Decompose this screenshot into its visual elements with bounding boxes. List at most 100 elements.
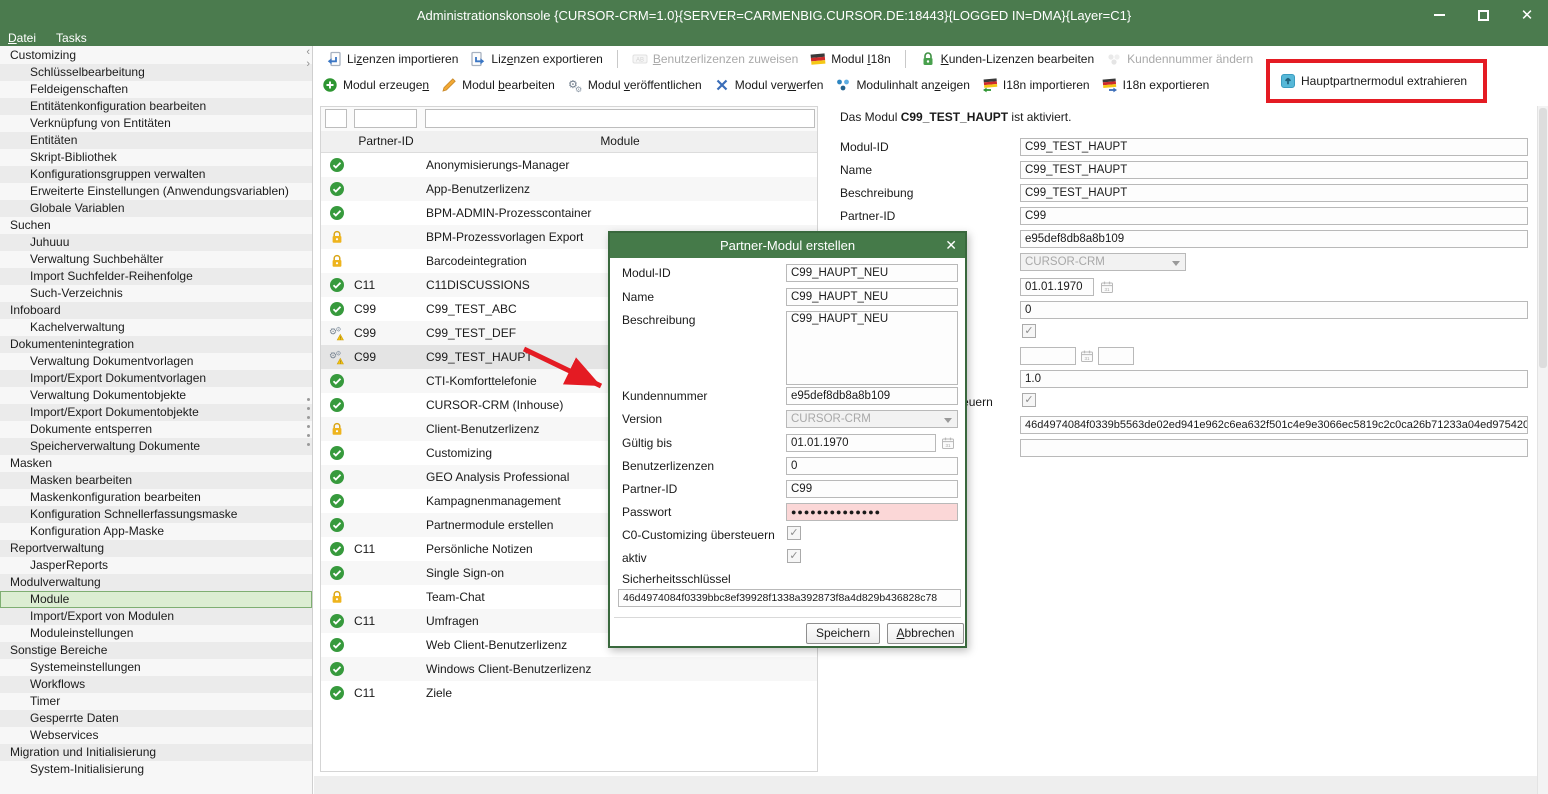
sidebar-collapse-icon[interactable]: ‹ bbox=[306, 46, 310, 58]
calendar-icon[interactable]: 31 bbox=[1080, 349, 1094, 363]
sidebar-item-migration-und-initialisierung[interactable]: Migration und Initialisierung bbox=[0, 744, 312, 761]
close-icon[interactable]: ✕ bbox=[1516, 4, 1538, 26]
dialog-field-kundennummer[interactable]: e95def8db8a8b109 bbox=[786, 387, 958, 405]
sidebar-item-skript-bibliothek[interactable]: Skript-Bibliothek bbox=[0, 149, 312, 166]
dialog-checkbox-uebersteuern[interactable]: ✓ bbox=[787, 526, 801, 540]
menu-tasks[interactable]: Tasks bbox=[56, 31, 87, 45]
detail-field-gueltig-bis[interactable]: 01.01.1970 bbox=[1020, 278, 1094, 296]
sidebar-item-speicherverwaltung-dokumente[interactable]: Speicherverwaltung Dokumente bbox=[0, 438, 312, 455]
toolbar-hauptpartnermodul-extrahieren[interactable]: Hauptpartnermodul extrahieren bbox=[1280, 73, 1467, 89]
detail-checkbox-1[interactable]: ✓ bbox=[1022, 324, 1036, 338]
dialog-field-beschreibung[interactable]: C99_HAUPT_NEU bbox=[786, 311, 958, 385]
sidebar-item-module[interactable]: Module bbox=[0, 591, 312, 608]
sidebar-item-erweiterte-einstellungen-anwendungsvariablen[interactable]: Erweiterte Einstellungen (Anwendungsvari… bbox=[0, 183, 312, 200]
toolbar-modul-verwerfen[interactable]: Modul verwerfen bbox=[714, 77, 824, 93]
dialog-field-benutzerlizenzen[interactable]: 0 bbox=[786, 457, 958, 475]
sidebar-item-timer[interactable]: Timer bbox=[0, 693, 312, 710]
sidebar-item-jasperreports[interactable]: JasperReports bbox=[0, 557, 312, 574]
dialog-field-modul-id[interactable]: C99_HAUPT_NEU bbox=[786, 264, 958, 282]
toolbar-modul-bearbeiten[interactable]: Modul bearbeiten bbox=[441, 77, 555, 93]
dialog-field-sicherheitsschluessel[interactable]: 46d4974084f0339bbc8ef39928f1338a392873f8… bbox=[618, 589, 961, 607]
dialog-checkbox-aktiv[interactable]: ✓ bbox=[787, 549, 801, 563]
detail-field-empty-bottom[interactable] bbox=[1020, 439, 1528, 457]
detail-field-empty-date[interactable] bbox=[1020, 347, 1076, 365]
dialog-field-partner-id[interactable]: C99 bbox=[786, 480, 958, 498]
sidebar-item-reportverwaltung[interactable]: Reportverwaltung bbox=[0, 540, 312, 557]
filter-partner-id-input[interactable] bbox=[354, 109, 417, 128]
sidebar-item-masken-bearbeiten[interactable]: Masken bearbeiten bbox=[0, 472, 312, 489]
detail-field-name[interactable]: C99_TEST_HAUPT bbox=[1020, 161, 1528, 179]
sidebar-item-gesperrte-daten[interactable]: Gesperrte Daten bbox=[0, 710, 312, 727]
sidebar-item-konfigurationsgruppen-verwalten[interactable]: Konfigurationsgruppen verwalten bbox=[0, 166, 312, 183]
column-header-partner-id[interactable]: Partner-ID bbox=[354, 134, 418, 148]
toolbar-modulinhalt-anzeigen[interactable]: Modulinhalt anzeigen bbox=[835, 77, 969, 93]
column-header-module[interactable]: Module bbox=[425, 134, 815, 148]
save-button[interactable]: Speichern bbox=[806, 623, 880, 644]
detail-field-partner-id[interactable]: C99 bbox=[1020, 207, 1528, 225]
filter-module-input[interactable] bbox=[425, 109, 815, 128]
sidebar-item-entitaetenkonfiguration-bearbeiten[interactable]: Entitätenkonfiguration bearbeiten bbox=[0, 98, 312, 115]
sidebar-item-sonstige-bereiche[interactable]: Sonstige Bereiche bbox=[0, 642, 312, 659]
sidebar-item-feldeigenschaften[interactable]: Feldeigenschaften bbox=[0, 81, 312, 98]
calendar-icon[interactable]: 31 bbox=[941, 436, 955, 450]
detail-field-versionsnummer[interactable]: 1.0 bbox=[1020, 370, 1528, 388]
toolbar-modul-i18n[interactable]: Modul I18n bbox=[810, 51, 890, 67]
sidebar-item-systemeinstellungen[interactable]: Systemeinstellungen bbox=[0, 659, 312, 676]
sidebar-item-customizing[interactable]: Customizing bbox=[0, 47, 312, 64]
sidebar-item-such-verzeichnis[interactable]: Such-Verzeichnis bbox=[0, 285, 312, 302]
sidebar-item-import-suchfelder-reihenfolge[interactable]: Import Suchfelder-Reihenfolge bbox=[0, 268, 312, 285]
sidebar-item-import-export-dokumentobjekte[interactable]: Import/Export Dokumentobjekte bbox=[0, 404, 312, 421]
sidebar-item-konfiguration-schnellerfassungsmaske[interactable]: Konfiguration Schnellerfassungsmaske bbox=[0, 506, 312, 523]
cancel-button[interactable]: Abbrechen bbox=[887, 623, 964, 644]
sidebar-item-suchen[interactable]: Suchen bbox=[0, 217, 312, 234]
sidebar-item-dokumente-entsperren[interactable]: Dokumente entsperren bbox=[0, 421, 312, 438]
sidebar-item-verwaltung-dokumentobjekte[interactable]: Verwaltung Dokumentobjekte bbox=[0, 387, 312, 404]
sidebar-item-masken[interactable]: Masken bbox=[0, 455, 312, 472]
minimize-icon[interactable] bbox=[1428, 4, 1450, 26]
sidebar-item-moduleinstellungen[interactable]: Moduleinstellungen bbox=[0, 625, 312, 642]
sidebar-item-webservices[interactable]: Webservices bbox=[0, 727, 312, 744]
sidebar-item-system-initialisierung[interactable]: System-Initialisierung bbox=[0, 761, 312, 778]
dialog-select-version[interactable]: CURSOR-CRM bbox=[786, 410, 958, 428]
detail-field-benutzerlizenzen[interactable]: 0 bbox=[1020, 301, 1528, 319]
table-row-app-benutzerlizenz[interactable]: App-Benutzerlizenz bbox=[321, 177, 817, 201]
menu-datei[interactable]: Datei bbox=[8, 31, 36, 45]
detail-field-sicherheitsschluessel[interactable]: 46d4974084f0339b5563de02ed941e962c6ea632… bbox=[1020, 416, 1528, 434]
detail-field-kundennummer[interactable]: e95def8db8a8b109 bbox=[1020, 230, 1528, 248]
detail-field-empty-small[interactable] bbox=[1098, 347, 1134, 365]
table-row-bpm-admin-prozesscontainer[interactable]: BPM-ADMIN-Prozesscontainer bbox=[321, 201, 817, 225]
toolbar-modul-veroeffentlichen[interactable]: ⚙⚙Modul veröffentlichen bbox=[567, 77, 702, 93]
maximize-icon[interactable] bbox=[1472, 4, 1494, 26]
sidebar-item-konfiguration-app-maske[interactable]: Konfiguration App-Maske bbox=[0, 523, 312, 540]
dialog-close-icon[interactable]: ✕ bbox=[945, 237, 957, 254]
toolbar-i18n-importieren[interactable]: I18n importieren bbox=[982, 77, 1090, 93]
sidebar-item-workflows[interactable]: Workflows bbox=[0, 676, 312, 693]
sidebar-item-modulverwaltung[interactable]: Modulverwaltung bbox=[0, 574, 312, 591]
sidebar-item-verknuepfung-von-entitaeten[interactable]: Verknüpfung von Entitäten bbox=[0, 115, 312, 132]
sidebar-item-schluesselbearbeitung[interactable]: Schlüsselbearbeitung bbox=[0, 64, 312, 81]
sidebar-item-verwaltung-suchbehaelter[interactable]: Verwaltung Suchbehälter bbox=[0, 251, 312, 268]
table-row-anonymisierungs-manager[interactable]: Anonymisierungs-Manager bbox=[321, 153, 817, 177]
sidebar-item-kachelverwaltung[interactable]: Kachelverwaltung bbox=[0, 319, 312, 336]
sidebar-item-entitaeten[interactable]: Entitäten bbox=[0, 132, 312, 149]
detail-field-modul-id[interactable]: C99_TEST_HAUPT bbox=[1020, 138, 1528, 156]
sidebar-item-import-export-dokumentvorlagen[interactable]: Import/Export Dokumentvorlagen bbox=[0, 370, 312, 387]
detail-field-beschreibung[interactable]: C99_TEST_HAUPT bbox=[1020, 184, 1528, 202]
sidebar-item-infoboard[interactable]: Infoboard bbox=[0, 302, 312, 319]
sidebar-item-dokumentenintegration[interactable]: Dokumentenintegration bbox=[0, 336, 312, 353]
table-row-windows-client-benutzerlizenz[interactable]: Windows Client-Benutzerlizenz bbox=[321, 657, 817, 681]
detail-select-version[interactable]: CURSOR-CRM bbox=[1020, 253, 1186, 271]
sidebar-expand-icon[interactable]: › bbox=[306, 58, 310, 70]
toolbar-i18n-exportieren[interactable]: I18n exportieren bbox=[1102, 77, 1210, 93]
table-row-ziele[interactable]: C11Ziele bbox=[321, 681, 817, 705]
dialog-field-name[interactable]: C99_HAUPT_NEU bbox=[786, 288, 958, 306]
sidebar-item-import-export-von-modulen[interactable]: Import/Export von Modulen bbox=[0, 608, 312, 625]
detail-checkbox-uebersteuern[interactable]: ✓ bbox=[1022, 393, 1036, 407]
toolbar-lizenzen-importieren[interactable]: Lizenzen importieren bbox=[326, 51, 458, 67]
dialog-field-gueltig-bis[interactable]: 01.01.1970 bbox=[786, 434, 936, 452]
dialog-field-passwort[interactable]: ●●●●●●●●●●●●●● bbox=[786, 503, 958, 521]
calendar-icon[interactable]: 31 bbox=[1100, 280, 1114, 294]
toolbar-lizenzen-exportieren[interactable]: Lizenzen exportieren bbox=[470, 51, 602, 67]
sidebar-item-globale-variablen[interactable]: Globale Variablen bbox=[0, 200, 312, 217]
sidebar-item-maskenkonfiguration-bearbeiten[interactable]: Maskenkonfiguration bearbeiten bbox=[0, 489, 312, 506]
